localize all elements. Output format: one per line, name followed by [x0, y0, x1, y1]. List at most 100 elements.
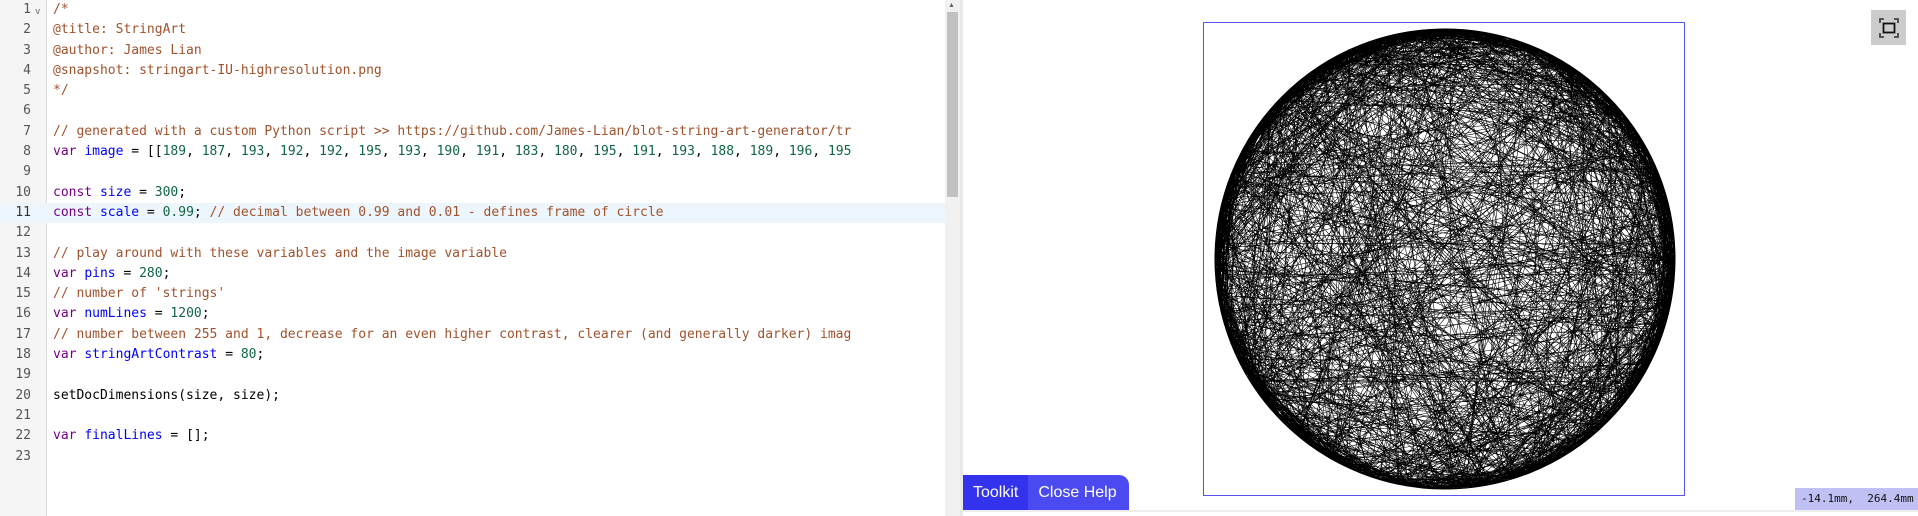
code-line[interactable]: 19 [0, 365, 945, 385]
fit-to-screen-button[interactable] [1871, 10, 1906, 45]
line-number: 5 [23, 83, 31, 99]
code-token: @author: James Lian [53, 42, 202, 58]
code-line[interactable]: 13 // play around with these variables an… [0, 244, 945, 264]
code-line[interactable]: 23 [0, 447, 945, 467]
code-text: var finalLines = []; [53, 426, 210, 446]
fit-to-screen-icon [1878, 17, 1899, 38]
code-line[interactable]: 22 var finalLines = []; [0, 426, 945, 446]
code-token: ; [178, 184, 187, 200]
code-token: , [381, 144, 398, 160]
code-token: , [186, 144, 202, 160]
code-line[interactable]: 6 [0, 101, 945, 121]
code-token: , [773, 144, 789, 160]
line-number: 9 [23, 164, 31, 180]
code-text: // number of 'strings' [53, 284, 225, 304]
help-buttons: Toolkit Close Help [963, 475, 1129, 510]
code-token: ; [162, 265, 171, 281]
line-number: 20 [15, 387, 31, 403]
code-line[interactable]: 12 [0, 223, 945, 243]
code-token: const [53, 204, 100, 220]
code-token: size [99, 184, 132, 200]
cursor-coordinates: -14.1mm, 264.4mm [1795, 488, 1918, 510]
line-number: 2 [23, 22, 31, 38]
code-editor[interactable]: 1 v /* 2 @title: StringArt 3 @author: James Li… [0, 0, 960, 516]
code-token: // generated with a custom Python script… [53, 123, 852, 139]
code-line[interactable]: 3 @author: James Lian [0, 41, 945, 61]
code-line[interactable]: 1 v /* [0, 0, 945, 20]
code-line[interactable]: 9 [0, 162, 945, 182]
line-number: 6 [23, 103, 31, 119]
scroll-up-arrow-icon[interactable]: ▲ [948, 2, 955, 9]
string-art-drawing [1214, 28, 1676, 490]
code-line[interactable]: 7 // generated with a custom Python scrip… [0, 122, 945, 142]
code-text: var pins = 280; [53, 264, 170, 284]
code-token: , [420, 144, 437, 160]
code-token: 193 [671, 144, 695, 160]
code-token: = [[ [123, 144, 163, 160]
code-token: // number of 'strings' [53, 286, 226, 302]
code-token: 189 [749, 144, 774, 160]
code-line[interactable]: 8 var image = [[189, 187, 193, 192, 192, … [0, 142, 945, 162]
code-token: 300 [154, 184, 179, 200]
code-text: // generated with a custom Python script… [53, 122, 851, 142]
code-line[interactable]: 2 @title: StringArt [0, 20, 945, 40]
code-text: setDocDimensions(size, size); [53, 386, 280, 406]
code-line[interactable]: 18 var stringArtContrast = 80; [0, 345, 945, 365]
code-token: ; [256, 347, 265, 363]
code-token: 280 [139, 265, 163, 281]
code-token: , [460, 144, 476, 160]
code-line[interactable]: 10 const size = 300; [0, 183, 945, 203]
code-line[interactable]: 15 // number of 'strings' [0, 284, 945, 304]
code-token: @title: StringArt [53, 22, 187, 38]
code-line[interactable]: 11 const scale = 0.99; // decimal between… [0, 202, 945, 224]
code-token: , [303, 144, 320, 160]
code-token: pins [84, 265, 116, 281]
code-token: , [225, 144, 241, 160]
code-token: // number between 255 and 1, decrease fo… [53, 326, 852, 342]
code-token: 190 [436, 144, 461, 160]
code-text: var stringArtContrast = 80; [53, 345, 264, 365]
code-token: const [53, 184, 100, 200]
editor-scrollbar[interactable]: ▲ [945, 0, 960, 516]
toolkit-button[interactable]: Toolkit [963, 475, 1029, 510]
code-token: 0.99 [162, 204, 194, 220]
code-token: 192 [319, 144, 343, 160]
code-line[interactable]: 5 */ [0, 81, 945, 101]
code-token: var [53, 428, 85, 444]
code-token: image [84, 144, 124, 160]
scrollbar-thumb[interactable] [947, 12, 958, 197]
code-token: 1200 [170, 306, 202, 322]
code-token: 189 [162, 144, 187, 160]
line-number: 18 [15, 347, 31, 363]
line-number: 22 [15, 428, 31, 444]
line-number: 10 [15, 184, 31, 200]
code-line[interactable]: 16 var numLines = 1200; [0, 304, 945, 324]
code-token: 193 [240, 144, 265, 160]
code-token: var [53, 306, 85, 322]
code-line[interactable]: 21 [0, 406, 945, 426]
line-number: 7 [23, 123, 31, 139]
code-token: = [131, 184, 155, 200]
code-token: var [53, 347, 85, 363]
code-token: , [694, 144, 711, 160]
code-text: /* [53, 0, 69, 20]
code-token: 195 [593, 144, 617, 160]
code-token: 180 [554, 144, 578, 160]
line-number: 4 [23, 62, 31, 78]
code-line[interactable]: 14 var pins = 280; [0, 264, 945, 284]
line-number: 11 [15, 204, 31, 220]
code-lines[interactable]: 1 v /* 2 @title: StringArt 3 @author: James Li… [0, 0, 945, 467]
code-line[interactable]: 17 // number between 255 and 1, decrease … [0, 325, 945, 345]
code-text: // number between 255 and 1, decrease fo… [53, 325, 851, 345]
code-token: , [812, 144, 828, 160]
code-token: stringArtContrast [84, 347, 218, 363]
fold-toggle-icon[interactable]: v [35, 2, 40, 22]
code-line[interactable]: 4 @snapshot: stringart-IU-highresolution.… [0, 61, 945, 81]
close-help-button[interactable]: Close Help [1028, 475, 1129, 510]
code-token: @snapshot: stringart-IU-highresolution.p… [53, 62, 382, 78]
line-number: 8 [23, 144, 31, 160]
code-text: var numLines = 1200; [53, 304, 210, 324]
code-line[interactable]: 20 setDocDimensions(size, size); [0, 386, 945, 406]
code-token: 183 [514, 144, 539, 160]
code-token: */ [53, 83, 69, 99]
